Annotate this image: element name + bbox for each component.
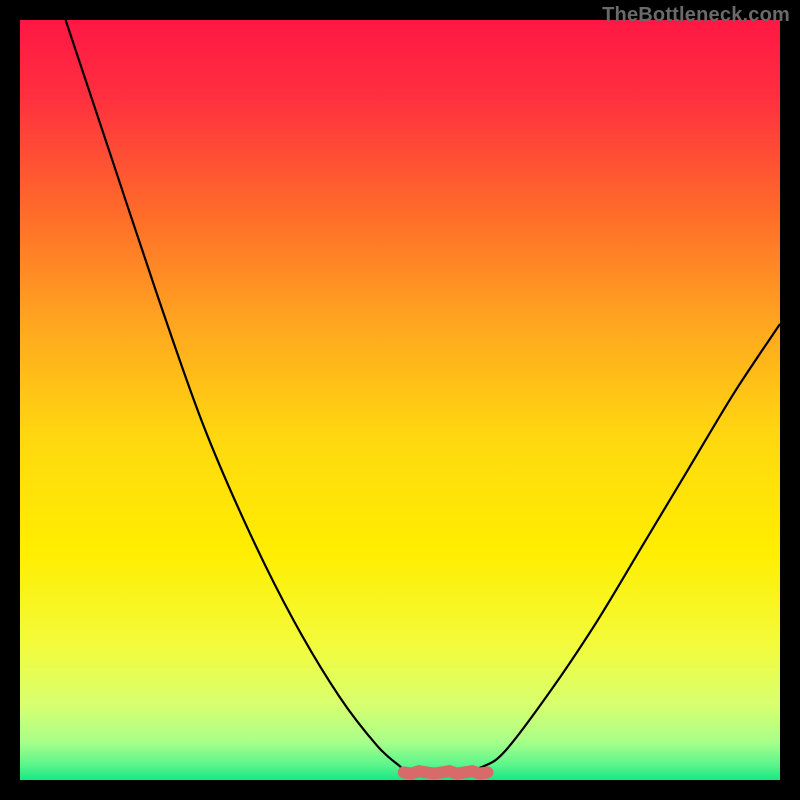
watermark-text: TheBottleneck.com [602,4,790,27]
chart-frame: TheBottleneck.com [0,0,800,800]
chart-plot [20,20,780,780]
optimal-region-marker [404,771,488,773]
chart-background [20,20,780,780]
